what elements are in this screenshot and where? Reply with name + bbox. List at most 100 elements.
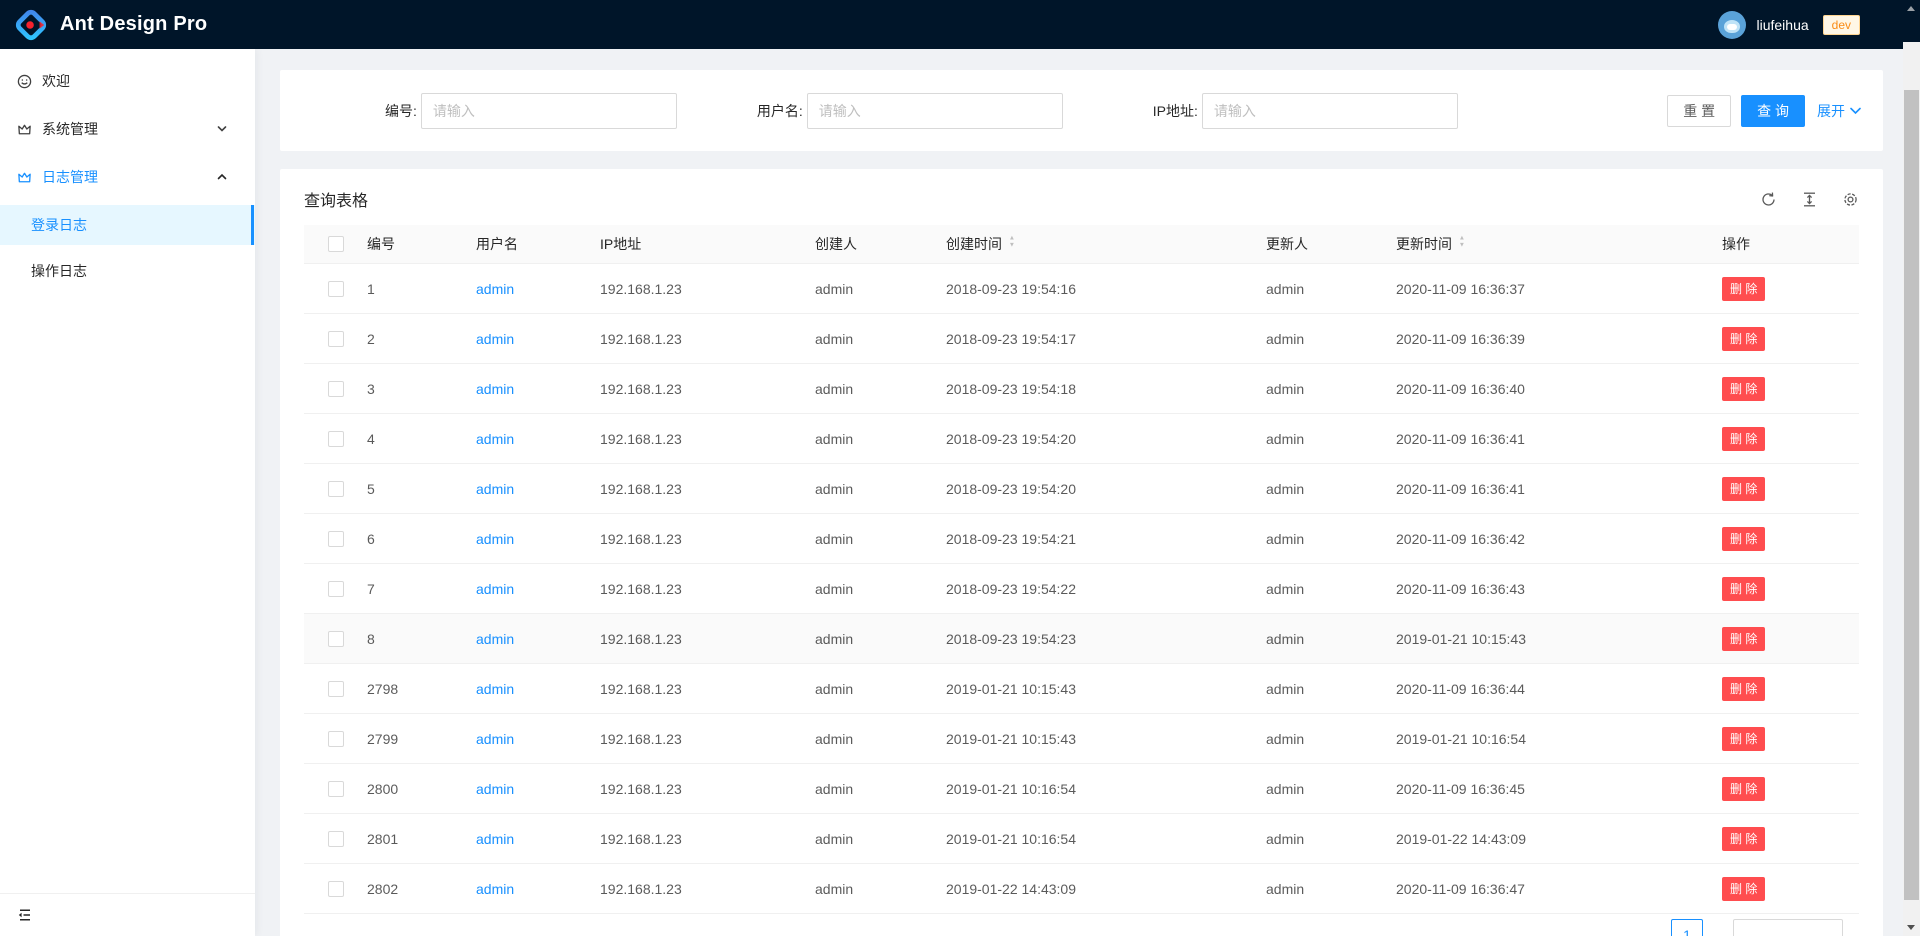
cell-ip: 192.168.1.23 [600,531,815,547]
cell-creator: admin [815,881,946,897]
cell-updated: 2020-11-09 16:36:44 [1396,681,1715,697]
user-avatar[interactable] [1718,11,1746,39]
username-link[interactable]: admin [476,281,514,297]
column-header-updater: 更新人 [1266,234,1396,254]
reload-icon[interactable] [1760,191,1777,208]
username-link[interactable]: admin [476,731,514,747]
vertical-scrollbar[interactable] [1903,0,1920,936]
page-size-select[interactable] [1733,919,1843,936]
cell-updater: admin [1266,381,1396,397]
row-checkbox[interactable] [328,531,344,547]
row-checkbox[interactable] [328,331,344,347]
sidebar-item-operation-log[interactable]: 操作日志 [0,251,255,291]
cell-created: 2018-09-23 19:54:20 [946,431,1266,447]
delete-button[interactable]: 删 除 [1722,827,1765,851]
delete-button[interactable]: 删 除 [1722,577,1765,601]
row-checkbox[interactable] [328,581,344,597]
username-link[interactable]: admin [476,431,514,447]
cell-id: 2798 [367,681,476,697]
username-input[interactable] [807,93,1063,129]
row-checkbox[interactable] [328,381,344,397]
table-row: 2800 admin 192.168.1.23 admin 2019-01-21… [304,764,1859,814]
delete-button[interactable]: 删 除 [1722,327,1765,351]
column-header-created[interactable]: 创建时间 ▲▼ [946,234,1266,254]
column-header-username: 用户名 [476,234,600,254]
sidebar-item-log-mgmt[interactable]: 日志管理 [0,157,255,197]
delete-button[interactable]: 删 除 [1722,377,1765,401]
main-content: 编号: 用户名: IP地址: 重 置 查 询 展开 查询表格 [255,49,1903,936]
row-checkbox[interactable] [328,881,344,897]
cell-updater: admin [1266,481,1396,497]
delete-button[interactable]: 删 除 [1722,727,1765,751]
cell-ip: 192.168.1.23 [600,731,815,747]
cell-id: 2800 [367,781,476,797]
row-checkbox[interactable] [328,781,344,797]
sorter-icon[interactable]: ▲▼ [1458,237,1466,251]
cell-created: 2018-09-23 19:54:22 [946,581,1266,597]
page-button-1[interactable]: 1 [1671,919,1703,936]
delete-button[interactable]: 删 除 [1722,877,1765,901]
username-link[interactable]: admin [476,681,514,697]
username-link[interactable]: admin [476,831,514,847]
app-logo[interactable]: Ant Design Pro [0,8,207,42]
select-all-checkbox[interactable] [328,236,344,252]
field-label-id: 编号: [385,101,417,121]
menu-fold-icon[interactable] [17,907,33,923]
username-link[interactable]: admin [476,781,514,797]
delete-button[interactable]: 删 除 [1722,777,1765,801]
reset-button[interactable]: 重 置 [1667,95,1731,127]
cell-created: 2018-09-23 19:54:23 [946,631,1266,647]
username-link[interactable]: admin [476,381,514,397]
cell-id: 5 [367,481,476,497]
scrollbar-down-arrow[interactable] [1907,925,1915,930]
username-link[interactable]: admin [476,581,514,597]
delete-button[interactable]: 删 除 [1722,527,1765,551]
smile-icon [17,74,32,89]
cell-updater: admin [1266,281,1396,297]
sidebar-item-label: 登录日志 [31,215,87,235]
table-row: 3 admin 192.168.1.23 admin 2018-09-23 19… [304,364,1859,414]
id-input[interactable] [421,93,677,129]
row-checkbox[interactable] [328,731,344,747]
row-checkbox[interactable] [328,681,344,697]
username-link[interactable]: admin [476,881,514,897]
ip-input[interactable] [1202,93,1458,129]
delete-button[interactable]: 删 除 [1722,627,1765,651]
scrollbar-up-arrow[interactable] [1907,6,1915,11]
table-row: 4 admin 192.168.1.23 admin 2018-09-23 19… [304,414,1859,464]
cell-updated: 2020-11-09 16:36:47 [1396,881,1715,897]
username-link[interactable]: admin [476,631,514,647]
sidebar-item-login-log[interactable]: 登录日志 [0,205,255,245]
delete-button[interactable]: 删 除 [1722,427,1765,451]
expand-link[interactable]: 展开 [1817,101,1861,121]
setting-gear-icon[interactable] [1842,191,1859,208]
row-checkbox[interactable] [328,831,344,847]
username-link[interactable]: admin [476,331,514,347]
column-header-id: 编号 [367,234,476,254]
row-checkbox[interactable] [328,431,344,447]
cell-creator: admin [815,481,946,497]
row-checkbox[interactable] [328,481,344,497]
username-link[interactable]: admin [476,481,514,497]
sidebar-item-system-mgmt[interactable]: 系统管理 [0,109,255,149]
query-button[interactable]: 查 询 [1741,95,1805,127]
username[interactable]: liufeihua [1756,17,1808,33]
delete-button[interactable]: 删 除 [1722,277,1765,301]
sidebar: 欢迎 系统管理 日志管理 登录日志 操作日志 [0,49,255,936]
cell-ip: 192.168.1.23 [600,581,815,597]
row-checkbox[interactable] [328,281,344,297]
column-height-icon[interactable] [1801,191,1818,208]
column-header-updated[interactable]: 更新时间 ▲▼ [1396,234,1715,254]
delete-button[interactable]: 删 除 [1722,477,1765,501]
sorter-icon[interactable]: ▲▼ [1008,237,1016,251]
sidebar-item-welcome[interactable]: 欢迎 [0,61,255,101]
row-checkbox[interactable] [328,631,344,647]
cell-updater: admin [1266,431,1396,447]
expand-link-label: 展开 [1817,101,1845,121]
scrollbar-thumb[interactable] [1904,90,1919,900]
delete-button[interactable]: 删 除 [1722,677,1765,701]
cell-id: 1 [367,281,476,297]
cell-creator: admin [815,731,946,747]
username-link[interactable]: admin [476,531,514,547]
cell-created: 2019-01-21 10:16:54 [946,831,1266,847]
